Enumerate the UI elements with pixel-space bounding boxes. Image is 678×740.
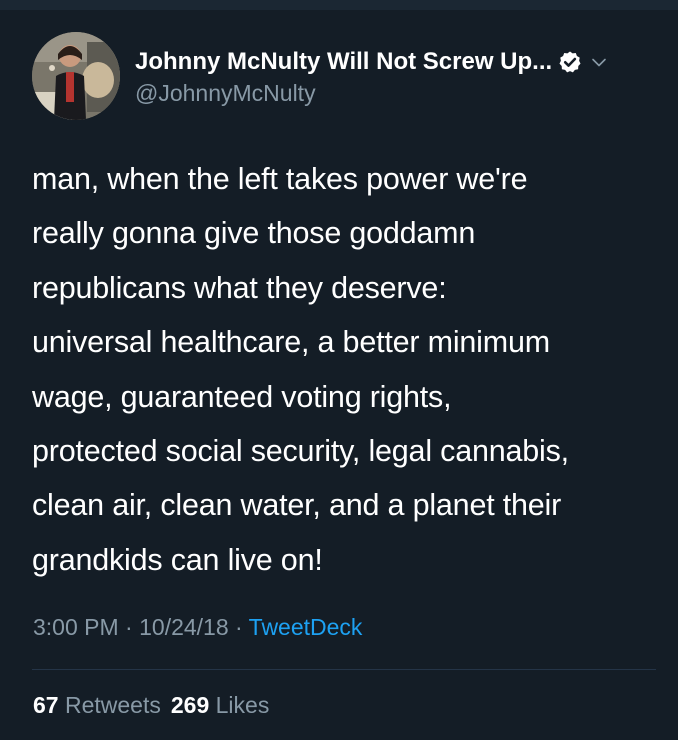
profile-photo-icon bbox=[32, 32, 120, 120]
tweet-text-line: universal healthcare, a better minimum bbox=[32, 325, 550, 360]
tweet-text-line: grandkids can live on! bbox=[32, 542, 323, 577]
tweet-source-link[interactable]: TweetDeck bbox=[249, 614, 363, 640]
likes-stat[interactable]: 269 Likes bbox=[171, 692, 269, 718]
tweet-time[interactable]: 3:00 PM bbox=[33, 614, 119, 640]
author-name-row: Johnny McNulty Will Not Screw Up... bbox=[135, 46, 608, 78]
retweets-label: Retweets bbox=[64, 692, 161, 718]
retweets-count: 67 bbox=[33, 692, 59, 718]
tweet-text-line: clean air, clean water, and a planet the… bbox=[32, 488, 562, 523]
divider bbox=[32, 669, 656, 670]
tweet-text: man, when the left takes power we're rea… bbox=[32, 152, 657, 587]
tweet-text-line: man, when the left takes power we're bbox=[32, 162, 528, 196]
likes-label: Likes bbox=[215, 692, 270, 718]
verified-badge-icon bbox=[558, 50, 582, 74]
meta-separator: · bbox=[118, 614, 140, 640]
tweet-date[interactable]: 10/24/18 bbox=[139, 614, 229, 640]
author-display-name[interactable]: Johnny McNulty Will Not Screw Up... bbox=[135, 48, 552, 76]
tweet-meta: 3:00 PM · 10/24/18 · TweetDeck bbox=[33, 614, 362, 641]
tweet-text-line: wage, guaranteed voting rights, bbox=[32, 379, 452, 414]
tweet-text-line: really gonna give those goddamn bbox=[32, 216, 476, 251]
avatar[interactable] bbox=[32, 32, 120, 120]
author-handle[interactable]: @JohnnyMcNulty bbox=[135, 80, 316, 107]
likes-count: 269 bbox=[170, 692, 210, 718]
tweet-stats: 67 Retweets 269 Likes bbox=[33, 692, 269, 719]
retweets-stat[interactable]: 67 Retweets bbox=[33, 692, 161, 718]
tweet-text-line: republicans what they deserve: bbox=[32, 270, 447, 305]
top-border bbox=[0, 0, 678, 10]
chevron-down-icon[interactable] bbox=[590, 53, 608, 71]
tweet-card: Johnny McNulty Will Not Screw Up... @Joh… bbox=[0, 10, 678, 740]
meta-separator: · bbox=[228, 614, 249, 640]
tweet-text-line: protected social security, legal cannabi… bbox=[32, 434, 569, 469]
